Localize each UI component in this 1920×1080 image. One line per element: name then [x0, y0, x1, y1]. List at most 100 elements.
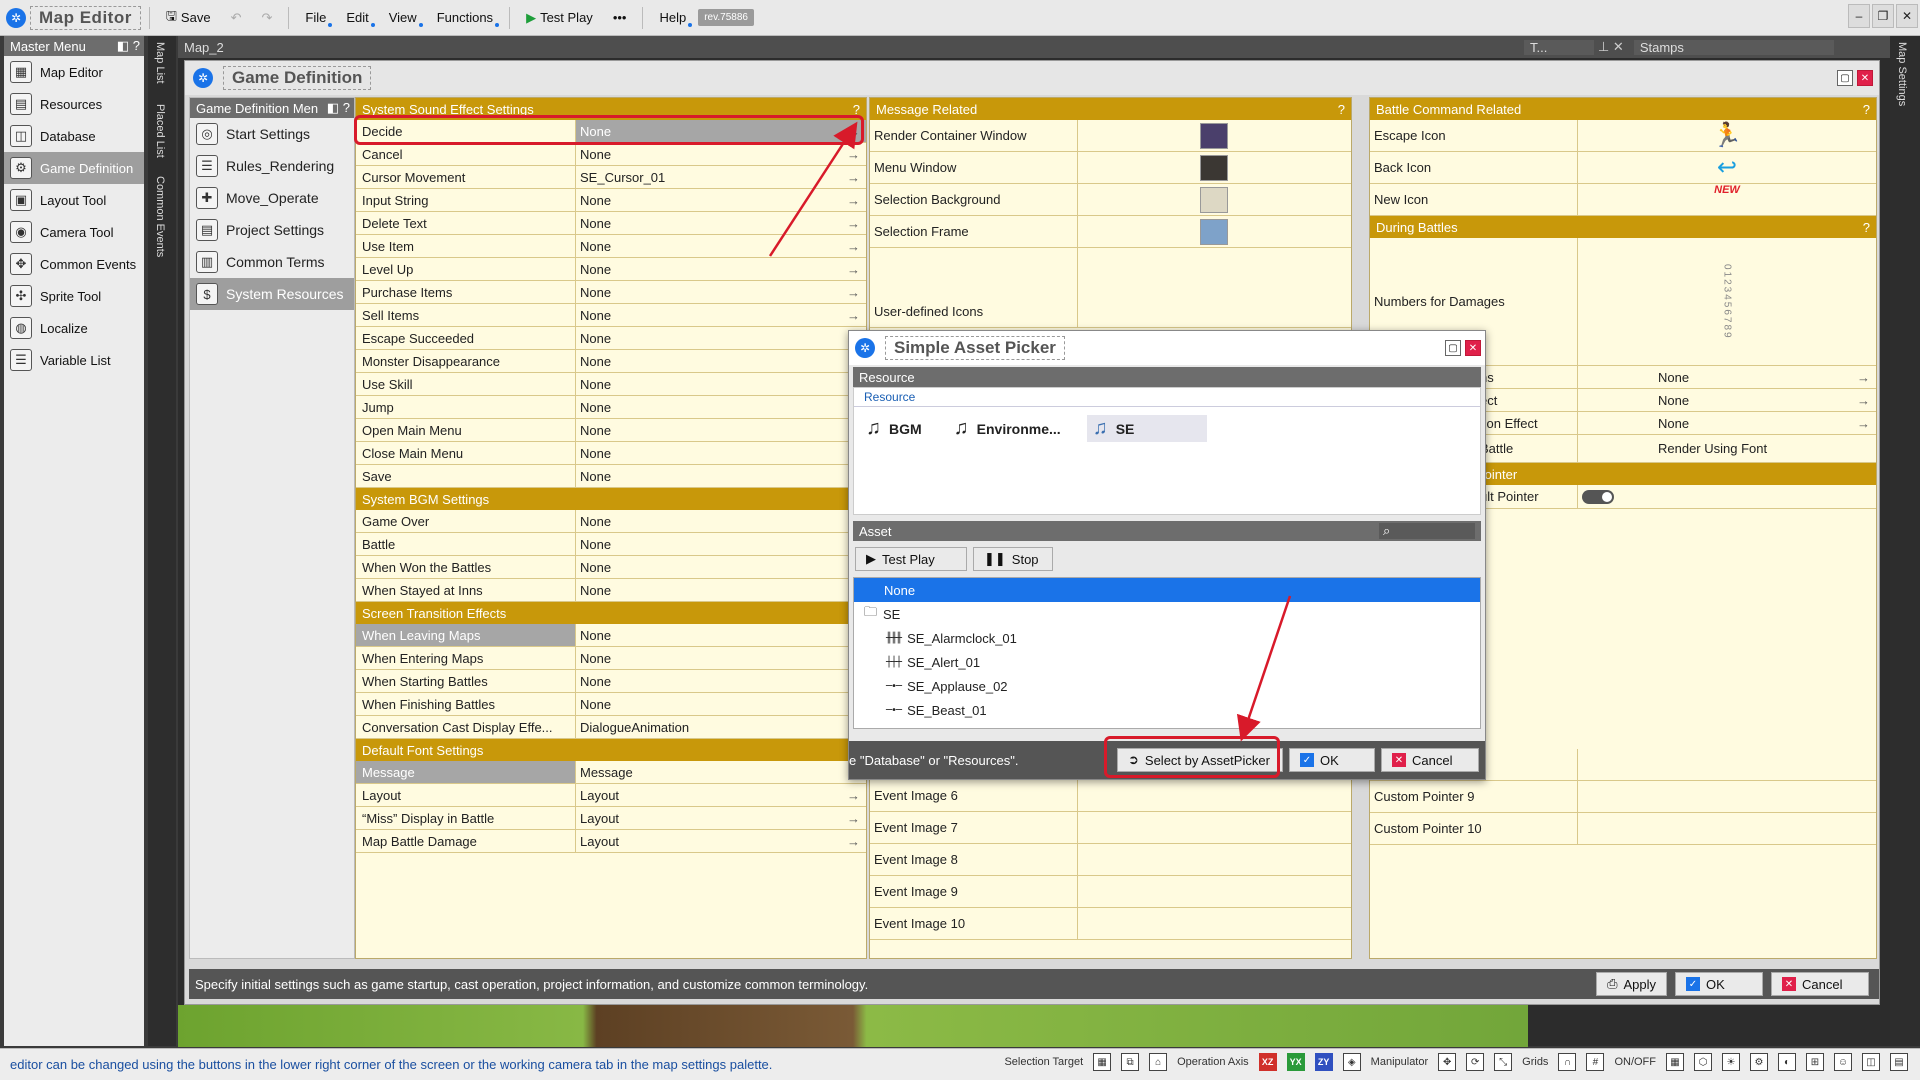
selection-grid-icon[interactable]: ▦	[1093, 1053, 1112, 1071]
setting-row[interactable]: Cancel None →	[356, 143, 866, 166]
setting-row[interactable]: Sell Items None →	[356, 304, 866, 327]
setting-value[interactable]: None→	[576, 304, 866, 326]
setting-row[interactable]: Game Over None	[356, 510, 866, 533]
setting-value[interactable]: None→	[576, 442, 866, 464]
picker-cancel-button[interactable]: ✕ Cancel	[1381, 748, 1479, 772]
arrow-right-icon[interactable]: →	[847, 239, 860, 254]
tree-item-none[interactable]: None	[854, 578, 1480, 602]
axis-yx-icon[interactable]: YX	[1286, 1053, 1305, 1071]
setting-value[interactable]: None→	[576, 143, 866, 165]
setting-row[interactable]: MessageMessage→	[356, 761, 866, 784]
help-icon[interactable]: ?	[1863, 220, 1870, 235]
setting-row[interactable]: Input String None →	[356, 189, 866, 212]
setting-row[interactable]: Escape SucceededNone→	[356, 327, 866, 350]
master-item-camera-tool[interactable]: ◉ Camera Tool	[4, 216, 144, 248]
tab-placed-list[interactable]: Placed List	[154, 104, 166, 158]
undo-button[interactable]: ↶	[223, 7, 250, 29]
cube-icon[interactable]: ⬡	[1694, 1053, 1712, 1071]
back-icon-row[interactable]: Back Icon ↩	[1370, 152, 1876, 184]
setting-value[interactable]: None	[576, 670, 866, 692]
grid-icon[interactable]: #	[1586, 1053, 1605, 1071]
setting-row[interactable]: Open Main MenuNone→	[356, 419, 866, 442]
arrow-right-icon[interactable]: →	[847, 788, 860, 803]
scale-gizmo-icon[interactable]: ⤡	[1494, 1053, 1513, 1071]
setting-row[interactable]: “Miss” Display in Battle Layout →	[356, 807, 866, 830]
setting-value[interactable]: None	[576, 510, 866, 532]
maximize-icon[interactable]: ▢	[1445, 340, 1461, 356]
new-icon-row[interactable]: New Icon NEW	[1370, 184, 1876, 216]
setting-row[interactable]: SaveNone→	[356, 465, 866, 488]
setting-row[interactable]: Delete Text None →	[356, 212, 866, 235]
menu-edit[interactable]: Edit	[338, 7, 376, 28]
redo-button[interactable]: ↷	[253, 7, 280, 29]
setting-value[interactable]: Message→	[576, 761, 866, 783]
user-icons-row[interactable]: User-defined Icons	[870, 248, 1351, 328]
apply-button[interactable]: ⎙ Apply	[1596, 972, 1667, 996]
setting-row[interactable]: Conversation Cast Display Effe... Dialogu…	[356, 716, 866, 739]
setting-value[interactable]: Layout →	[576, 784, 866, 806]
gd-item-start-settings[interactable]: ◎ Start Settings	[190, 118, 354, 150]
gear-icon[interactable]: ⚙	[1750, 1053, 1768, 1071]
pin-help-icon[interactable]: ◧ ?	[117, 38, 140, 54]
arrow-right-icon[interactable]: →	[847, 216, 860, 231]
close-icon[interactable]: ✕	[1896, 4, 1918, 28]
light-icon[interactable]: ☀	[1722, 1053, 1740, 1071]
setting-value[interactable]: None	[576, 533, 866, 555]
save-button[interactable]: 🖫 Save	[158, 4, 219, 32]
setting-row[interactable]: Battle None	[356, 533, 866, 556]
setting-value[interactable]: Layout →	[576, 807, 866, 829]
gd-item-common-terms[interactable]: ▥ Common Terms	[190, 246, 354, 278]
color-swatch[interactable]	[1200, 122, 1228, 149]
arrow-right-icon[interactable]: →	[847, 308, 860, 323]
pin-help-icon[interactable]: ◧ ?	[327, 100, 350, 116]
setting-row[interactable]: When Stayed at Inns None	[356, 579, 866, 602]
selection-building-icon[interactable]: ⌂	[1149, 1053, 1168, 1071]
setting-row[interactable]: When Entering Maps None	[356, 647, 866, 670]
master-item-layout-tool[interactable]: ▣ Layout Tool	[4, 184, 144, 216]
more-menu-button[interactable]: •••	[605, 7, 635, 28]
setting-value[interactable]: None	[576, 693, 866, 715]
lock-icon[interactable]: ⊞	[1806, 1053, 1824, 1071]
setting-value[interactable]: None→	[576, 281, 866, 303]
gd-item-move-operate[interactable]: ✚ Move_Operate	[190, 182, 354, 214]
setting-row[interactable]: When Won the Battles None	[356, 556, 866, 579]
picker-ok-button[interactable]: ✓ OK	[1289, 748, 1375, 772]
ok-button[interactable]: ✓ OK	[1675, 972, 1763, 996]
arrow-right-icon[interactable]: →	[847, 285, 860, 300]
maximize-icon[interactable]: ▢	[1837, 70, 1853, 86]
menu-functions[interactable]: Functions	[429, 7, 501, 28]
axis-zy-icon[interactable]: ZY	[1314, 1053, 1333, 1071]
grid-toggle-icon[interactable]: ▦	[1666, 1053, 1684, 1071]
setting-value[interactable]: DialogueAnimation	[576, 716, 866, 738]
map-tab[interactable]: Map_2	[184, 40, 1524, 55]
setting-value[interactable]: None→	[576, 419, 866, 441]
setting-value[interactable]: None→	[576, 373, 866, 395]
master-item-game-definition[interactable]: ⚙ Game Definition	[4, 152, 144, 184]
resource-se[interactable]: ♫ SE	[1086, 415, 1207, 442]
master-item-map-editor[interactable]: ▦ Map Editor	[4, 56, 144, 88]
event-image-row[interactable]: Event Image 8	[870, 844, 1351, 876]
custom-pointer-row[interactable]: Custom Pointer 10	[1370, 813, 1876, 845]
toggle-switch[interactable]	[1582, 489, 1614, 504]
sphere-icon[interactable]: ◐	[1778, 1053, 1796, 1071]
master-item-localize[interactable]: ◍ Localize	[4, 312, 144, 344]
color-swatch[interactable]	[1200, 186, 1228, 213]
setting-row[interactable]: Level Up None →	[356, 258, 866, 281]
picker-test-play-button[interactable]: ▶ Test Play	[855, 547, 967, 571]
master-item-variable-list[interactable]: ☰ Variable List	[4, 344, 144, 376]
color-setting-row[interactable]: Selection Background	[870, 184, 1351, 216]
setting-value[interactable]: None	[576, 624, 866, 646]
setting-row[interactable]: JumpNone→	[356, 396, 866, 419]
event-image-row[interactable]: Event Image 9	[870, 876, 1351, 908]
setting-row[interactable]: Close Main MenuNone→	[356, 442, 866, 465]
setting-row[interactable]: Map Battle Damage Layout →	[356, 830, 866, 853]
tab-map-settings[interactable]: Map Settings	[1896, 42, 1908, 106]
color-swatch[interactable]	[1200, 154, 1228, 181]
picker-stop-button[interactable]: ❚❚ Stop	[973, 547, 1053, 571]
gd-item-project-settings[interactable]: ▤ Project Settings	[190, 214, 354, 246]
master-item-resources[interactable]: ▤ Resources	[4, 88, 144, 120]
setting-row[interactable]: When Starting Battles None	[356, 670, 866, 693]
event-image-row[interactable]: Event Image 7	[870, 812, 1351, 844]
event-image-row[interactable]: Event Image 6	[870, 780, 1351, 812]
help-icon[interactable]: ?	[1863, 102, 1870, 117]
